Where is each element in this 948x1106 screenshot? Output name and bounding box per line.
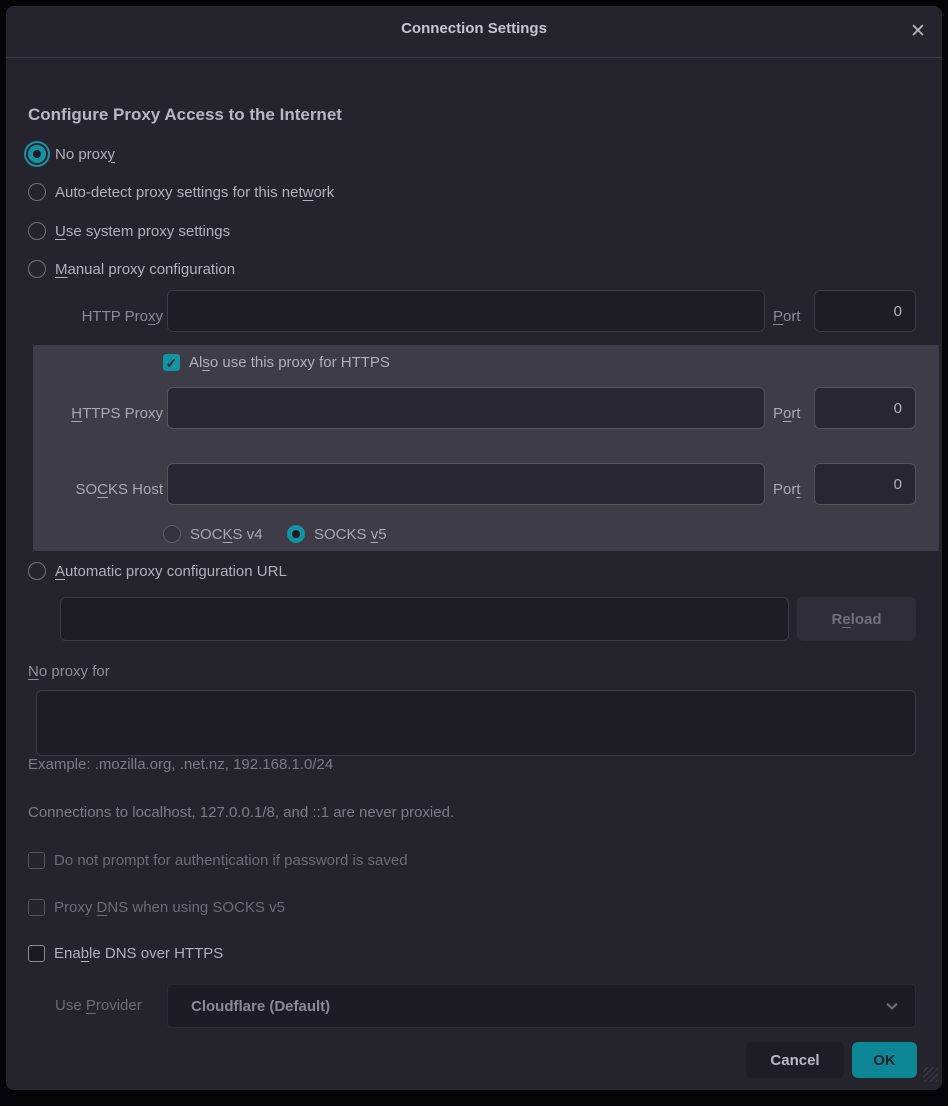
checkbox-no-prompt[interactable]: Do not prompt for authentication if pass…	[28, 852, 408, 869]
connection-settings-dialog: Connection Settings ✕ Configure Proxy Ac…	[6, 6, 942, 1090]
checkbox-label: Do not prompt for authentication if pass…	[54, 852, 408, 869]
provider-selected-value: Cloudflare (Default)	[191, 998, 885, 1015]
https-proxy-input[interactable]	[167, 387, 765, 429]
socks-host-input[interactable]	[167, 463, 765, 505]
radio-icon	[163, 525, 181, 543]
radio-icon	[28, 145, 46, 163]
reload-button[interactable]: Reload	[797, 597, 916, 641]
cancel-button[interactable]: Cancel	[746, 1042, 844, 1078]
http-port-label: Port	[773, 308, 801, 325]
close-button[interactable]: ✕	[903, 16, 933, 46]
http-proxy-label: HTTP Proxy	[28, 308, 163, 325]
https-port-input[interactable]	[814, 387, 916, 429]
radio-manual[interactable]: Manual proxy configuration	[28, 260, 235, 278]
http-proxy-input[interactable]	[167, 290, 765, 332]
chevron-down-icon	[885, 999, 899, 1013]
checkbox-label: Also use this proxy for HTTPS	[189, 354, 390, 371]
ok-label: OK	[873, 1052, 896, 1069]
checkbox-label: Enable DNS over HTTPS	[54, 945, 223, 962]
radio-socks-v4[interactable]: SOCKS v4	[163, 525, 263, 543]
ok-button[interactable]: OK	[852, 1042, 917, 1078]
radio-icon	[28, 183, 46, 201]
radio-auto-detect[interactable]: Auto-detect proxy settings for this netw…	[28, 183, 334, 201]
radio-label: Automatic proxy configuration URL	[55, 563, 287, 580]
checkbox-proxy-dns[interactable]: Proxy DNS when using SOCKS v5	[28, 899, 285, 916]
auto-url-input[interactable]	[60, 597, 789, 641]
checkbox-icon	[28, 899, 45, 916]
dialog-titlebar: Connection Settings ✕	[6, 6, 942, 57]
radio-icon	[28, 260, 46, 278]
check-icon: ✓	[166, 356, 178, 370]
https-proxy-label: HTTPS Proxy	[28, 405, 163, 422]
https-port-label: Port	[773, 405, 801, 422]
no-proxy-for-textarea[interactable]	[36, 690, 916, 756]
radio-auto-url[interactable]: Automatic proxy configuration URL	[28, 562, 287, 580]
http-port-input[interactable]	[814, 290, 916, 332]
radio-label: No proxy	[55, 146, 115, 163]
section-heading: Configure Proxy Access to the Internet	[28, 105, 342, 125]
localhost-hint: Connections to localhost, 127.0.0.1/8, a…	[28, 804, 454, 821]
radio-icon	[28, 562, 46, 580]
no-proxy-for-label: No proxy for	[28, 663, 110, 680]
radio-label: Use system proxy settings	[55, 223, 230, 240]
radio-label: Auto-detect proxy settings for this netw…	[55, 184, 334, 201]
checkbox-label: Proxy DNS when using SOCKS v5	[54, 899, 285, 916]
provider-dropdown[interactable]: Cloudflare (Default)	[167, 984, 916, 1028]
resize-grip[interactable]	[923, 1067, 938, 1082]
cancel-label: Cancel	[770, 1052, 819, 1069]
checkbox-also-https[interactable]: ✓ Also use this proxy for HTTPS	[163, 354, 390, 371]
reload-label: Reload	[831, 611, 881, 628]
radio-socks-v5[interactable]: SOCKS v5	[287, 525, 387, 543]
radio-use-system[interactable]: Use system proxy settings	[28, 222, 230, 240]
checkbox-icon	[28, 852, 45, 869]
example-hint: Example: .mozilla.org, .net.nz, 192.168.…	[28, 756, 333, 773]
radio-label: SOCKS v4	[190, 526, 263, 543]
checkbox-icon	[28, 945, 45, 962]
radio-no-proxy[interactable]: No proxy	[28, 145, 115, 163]
radio-label: Manual proxy configuration	[55, 261, 235, 278]
socks-port-label: Port	[773, 481, 801, 498]
checkbox-checked-icon: ✓	[163, 354, 180, 371]
radio-icon	[287, 525, 305, 543]
manual-proxy-panel	[33, 345, 939, 551]
checkbox-enable-doh[interactable]: Enable DNS over HTTPS	[28, 945, 223, 962]
dialog-title: Connection Settings	[6, 20, 942, 37]
radio-label: SOCKS v5	[314, 526, 387, 543]
socks-host-label: SOCKS Host	[28, 481, 163, 498]
close-icon: ✕	[910, 20, 926, 43]
titlebar-separator	[6, 57, 942, 58]
socks-port-input[interactable]	[814, 463, 916, 505]
radio-icon	[28, 222, 46, 240]
use-provider-label: Use Provider	[55, 997, 142, 1014]
